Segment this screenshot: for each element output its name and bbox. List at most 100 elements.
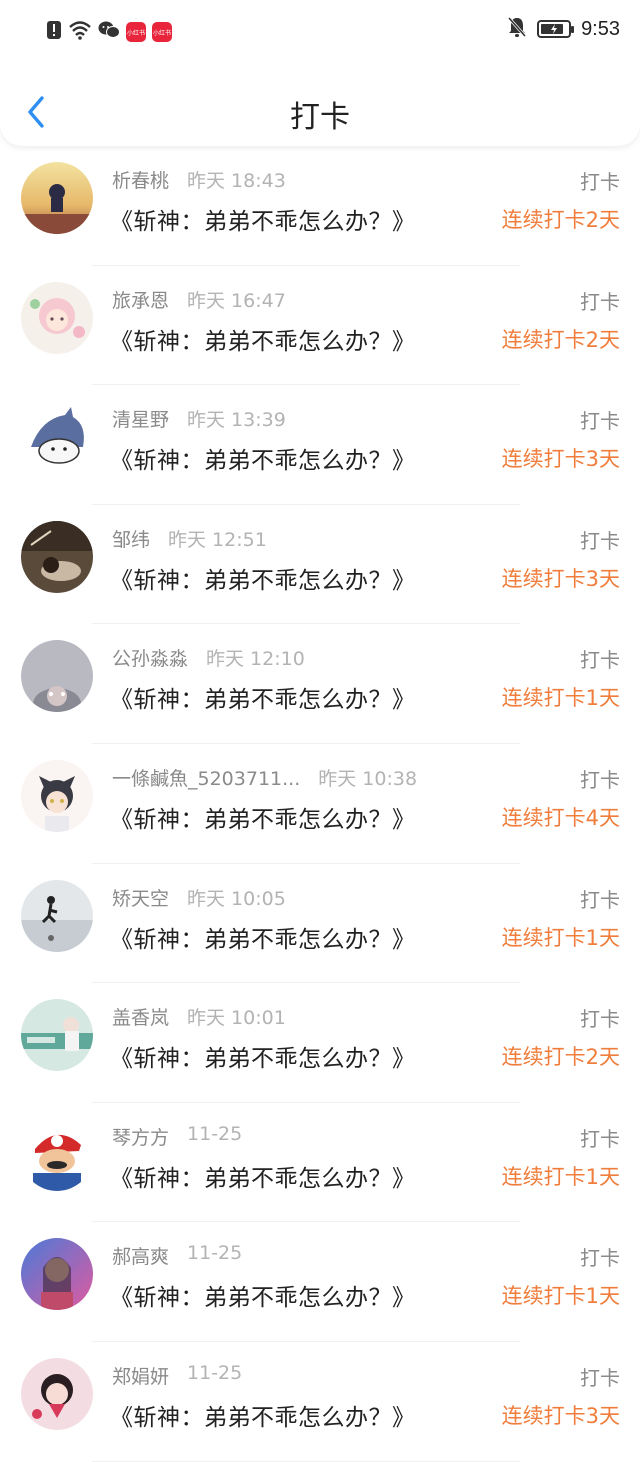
checkin-tag: 打卡 (580, 1126, 620, 1151)
name-time-line: 琴方方 11-25 (112, 1123, 242, 1150)
wechat-icon (98, 20, 120, 44)
name-time-line: 郝高爽 11-25 (112, 1242, 242, 1269)
name-time-line: 矫天空 昨天 10:05 (112, 884, 286, 911)
sunset-silhouette-avatar[interactable] (21, 162, 93, 234)
name-time-line: 清星野 昨天 13:39 (112, 405, 286, 432)
book-title[interactable]: 《斩神：弟弟不乖怎么办？》 (110, 680, 416, 714)
pink-hair-girl-avatar[interactable] (21, 281, 93, 354)
row-divider (92, 1460, 520, 1462)
mario-cartoon-avatar[interactable] (21, 1118, 93, 1191)
checkin-tag: 打卡 (580, 170, 620, 194)
status-time: 9:53 (581, 17, 620, 40)
streak-label: 连续打卡1天 (501, 925, 620, 950)
user-name[interactable]: 旅承恩 (112, 286, 169, 313)
checkin-tag: 打卡 (580, 289, 620, 314)
shark-cartoon-avatar[interactable] (21, 401, 93, 474)
book-title[interactable]: 《斩神：弟弟不乖怎么办？》 (110, 322, 416, 356)
streak-label: 连续打卡4天 (501, 805, 620, 830)
runner-reflection-avatar[interactable] (21, 879, 93, 952)
checkin-tag: 打卡 (580, 1246, 620, 1271)
list-item-10[interactable]: 郝高爽 11-25 《斩神：弟弟不乖怎么办？》 打卡 连续打卡1天 (0, 1222, 640, 1342)
user-name[interactable]: 一條鹹魚_5203711... (112, 764, 300, 791)
name-time-line: 郑娟妍 11-25 (112, 1362, 242, 1389)
user-name[interactable]: 琴方方 (112, 1123, 169, 1150)
checkin-tag: 打卡 (580, 1365, 620, 1390)
status-bar: 小红书 小红书 9:53 (0, 16, 640, 50)
streak-label: 连续打卡1天 (501, 686, 620, 711)
book-title[interactable]: 《斩神：弟弟不乖怎么办？》 (110, 1278, 416, 1312)
book-title[interactable]: 《斩神：弟弟不乖怎么办？》 (110, 920, 416, 954)
user-name[interactable]: 公孙淼淼 (112, 644, 188, 671)
name-time-line: 公孙淼淼 昨天 12:10 (112, 644, 305, 671)
wifi-icon (68, 20, 92, 44)
streak-label: 连续打卡3天 (501, 1403, 620, 1428)
green-photo-avatar[interactable] (21, 999, 93, 1072)
pink-girl-avatar[interactable] (21, 1357, 93, 1430)
xiaohongshu-badge-2: 小红书 (152, 22, 172, 42)
list-item-4[interactable]: 邹纬 昨天 12:51 《斩神：弟弟不乖怎么办？》 打卡 连续打卡3天 (0, 505, 640, 625)
book-title[interactable]: 《斩神：弟弟不乖怎么办？》 (110, 561, 416, 595)
checkin-tag: 打卡 (580, 887, 620, 912)
streak-label: 连续打卡1天 (501, 1164, 620, 1189)
bell-muted-icon (507, 16, 527, 42)
user-name[interactable]: 盖香岚 (112, 1003, 169, 1030)
book-title[interactable]: 《斩神：弟弟不乖怎么办？》 (110, 1398, 416, 1432)
post-time: 昨天 10:38 (318, 767, 418, 790)
post-time: 昨天 12:10 (206, 648, 305, 671)
grey-face-avatar[interactable] (21, 640, 93, 713)
checkin-tag: 打卡 (580, 409, 620, 434)
status-right-icons: 9:53 (507, 16, 620, 42)
streak-label: 连续打卡2天 (501, 327, 620, 352)
user-name[interactable]: 郑娟妍 (112, 1362, 169, 1389)
list-item-9[interactable]: 琴方方 11-25 《斩神：弟弟不乖怎么办？》 打卡 连续打卡1天 (0, 1103, 640, 1223)
user-name[interactable]: 清星野 (112, 405, 169, 432)
name-time-line: 一條鹹魚_5203711... 昨天 10:38 (112, 764, 417, 791)
book-title[interactable]: 《斩神：弟弟不乖怎么办？》 (110, 202, 416, 236)
user-name[interactable]: 析春桃 (112, 166, 169, 193)
xiaohongshu-badge-1: 小红书 (126, 22, 146, 42)
app-header: 小红书 小红书 9:53 打卡 (0, 0, 640, 146)
page-title: 打卡 (290, 100, 350, 135)
name-time-line: 旅承恩 昨天 16:47 (112, 286, 286, 313)
checkin-tag: 打卡 (580, 1007, 620, 1032)
name-time-line: 盖香岚 昨天 10:01 (112, 1003, 286, 1030)
streak-label: 连续打卡3天 (501, 566, 620, 591)
cat-ear-boy-avatar[interactable] (21, 759, 93, 832)
name-time-line: 邹纬 昨天 12:51 (112, 525, 267, 552)
neon-girl-avatar[interactable] (21, 1238, 93, 1311)
book-title[interactable]: 《斩神：弟弟不乖怎么办？》 (110, 1039, 416, 1073)
list-item-1[interactable]: 析春桃 昨天 18:43 《斩神：弟弟不乖怎么办？》 打卡 连续打卡2天 (0, 146, 640, 266)
list-item-2[interactable]: 旅承恩 昨天 16:47 《斩神：弟弟不乖怎么办？》 打卡 连续打卡2天 (0, 266, 640, 386)
book-title[interactable]: 《斩神：弟弟不乖怎么办？》 (110, 441, 416, 475)
user-name[interactable]: 邹纬 (112, 525, 150, 552)
list-item-8[interactable]: 盖香岚 昨天 10:01 《斩神：弟弟不乖怎么办？》 打卡 连续打卡2天 (0, 983, 640, 1103)
user-name[interactable]: 郝高爽 (112, 1242, 169, 1269)
post-time: 昨天 16:47 (187, 289, 286, 312)
streak-label: 连续打卡3天 (501, 447, 620, 472)
list-item-7[interactable]: 矫天空 昨天 10:05 《斩神：弟弟不乖怎么办？》 打卡 连续打卡1天 (0, 864, 640, 984)
post-time: 11-25 (187, 1122, 243, 1145)
list-item-3[interactable]: 清星野 昨天 13:39 《斩神：弟弟不乖怎么办？》 打卡 连续打卡3天 (0, 385, 640, 505)
user-name[interactable]: 矫天空 (112, 884, 169, 911)
nav-bar: 打卡 (0, 76, 640, 146)
streak-label: 连续打卡1天 (501, 1284, 620, 1309)
list-item-11[interactable]: 郑娟妍 11-25 《斩神：弟弟不乖怎么办？》 打卡 连续打卡3天 (0, 1342, 640, 1462)
battery-icon (537, 20, 575, 38)
streak-label: 连续打卡2天 (501, 208, 620, 232)
checkin-tag: 打卡 (580, 767, 620, 792)
book-title[interactable]: 《斩神：弟弟不乖怎么办？》 (110, 800, 416, 834)
post-time: 11-25 (187, 1361, 243, 1384)
name-time-line: 析春桃 昨天 18:43 (112, 166, 286, 193)
post-time: 昨天 13:39 (187, 409, 286, 432)
post-time: 昨天 18:43 (187, 170, 286, 192)
post-time: 昨天 12:51 (168, 528, 267, 551)
dark-room-avatar[interactable] (21, 520, 93, 593)
streak-label: 连续打卡2天 (501, 1045, 620, 1070)
post-time: 昨天 10:01 (187, 1007, 286, 1030)
post-time: 11-25 (187, 1242, 243, 1265)
checkin-tag: 打卡 (580, 528, 620, 553)
list-item-5[interactable]: 公孙淼淼 昨天 12:10 《斩神：弟弟不乖怎么办？》 打卡 连续打卡1天 (0, 624, 640, 744)
list-item-6[interactable]: 一條鹹魚_5203711... 昨天 10:38 《斩神：弟弟不乖怎么办？》 打… (0, 744, 640, 864)
book-title[interactable]: 《斩神：弟弟不乖怎么办？》 (110, 1159, 416, 1193)
status-left-icons: 小红书 小红书 (46, 20, 172, 44)
